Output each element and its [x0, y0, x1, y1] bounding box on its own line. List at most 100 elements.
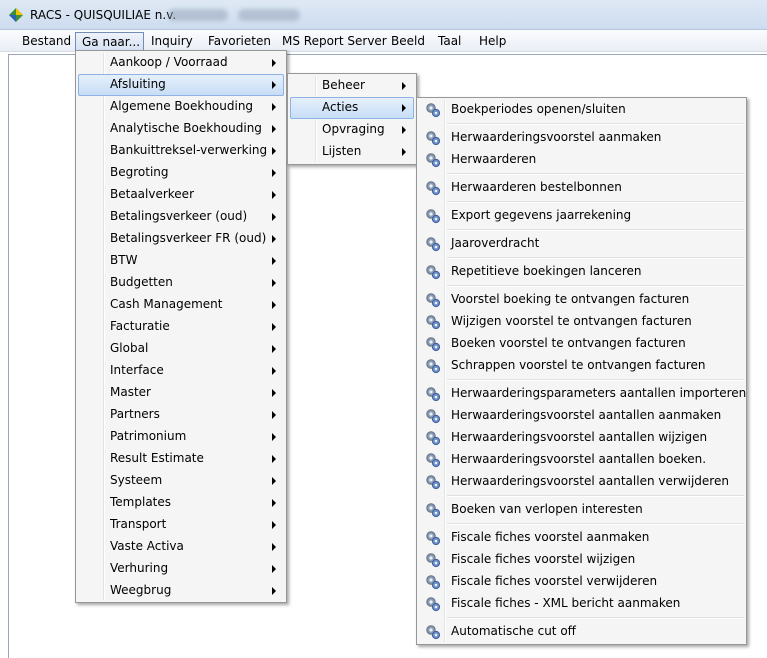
menu-item-systeem[interactable]: Systeem — [78, 470, 284, 492]
gear-icon — [426, 453, 441, 468]
menu-item-schrappen-voorstel-te-ontvangen-facturen[interactable]: Schrappen voorstel te ontvangen facturen — [419, 355, 744, 377]
menu-item-algemene-boekhouding[interactable]: Algemene Boekhouding — [78, 96, 284, 118]
menu-item-interface[interactable]: Interface — [78, 360, 284, 382]
menu-item-herwaarderen-bestelbonnen[interactable]: Herwaarderen bestelbonnen — [419, 177, 744, 199]
gear-icon — [426, 181, 441, 196]
gear-icon — [426, 103, 441, 118]
menu-inquiry[interactable]: Inquiry — [145, 32, 199, 51]
menu-ga-naar[interactable]: Ga naar... — [75, 32, 144, 51]
gear-icon — [426, 293, 441, 308]
menu-item-automatische-cut-off[interactable]: Automatische cut off — [419, 621, 744, 643]
menu-item-herwaarderingsvoorstel-aanmaken[interactable]: Herwaarderingsvoorstel aanmaken — [419, 127, 744, 149]
submenu-arrow-icon — [272, 301, 276, 309]
menu-beeld[interactable]: Beeld — [385, 32, 431, 51]
menu-item-fiscale-fiches-voorstel-wijzigen[interactable]: Fiscale fiches voorstel wijzigen — [419, 549, 744, 571]
menu-item-label: Herwaarderen — [451, 152, 537, 166]
menu-item-label: Lijsten — [322, 144, 362, 158]
menu-item-btw[interactable]: BTW — [78, 250, 284, 272]
submenu-arrow-icon — [272, 367, 276, 375]
menu-item-verhuring[interactable]: Verhuring — [78, 558, 284, 580]
menu-item-fiscale-fiches-voorstel-verwijderen[interactable]: Fiscale fiches voorstel verwijderen — [419, 571, 744, 593]
menu-item-betalingsverkeer-oud[interactable]: Betalingsverkeer (oud) — [78, 206, 284, 228]
menu-item-label: Vaste Activa — [110, 539, 184, 553]
menu-item-vaste-activa[interactable]: Vaste Activa — [78, 536, 284, 558]
menu-item-repetitieve-boekingen-lanceren[interactable]: Repetitieve boekingen lanceren — [419, 261, 744, 283]
menu-item-acties[interactable]: Acties — [290, 97, 414, 119]
menu-item-partners[interactable]: Partners — [78, 404, 284, 426]
menu-item-analytische-boekhouding[interactable]: Analytische Boekhouding — [78, 118, 284, 140]
menu-item-result-estimate[interactable]: Result Estimate — [78, 448, 284, 470]
menu-item-herwaarderingsvoorstel-aantallen-verwijderen[interactable]: Herwaarderingsvoorstel aantallen verwijd… — [419, 471, 744, 493]
menu-item-herwaarderingsparameters-aantallen-importeren[interactable]: Herwaarderingsparameters aantallen impor… — [419, 383, 746, 405]
menu-item-betalingsverkeer-fr-oud[interactable]: Betalingsverkeer FR (oud) — [78, 228, 284, 250]
menu-item-begroting[interactable]: Begroting — [78, 162, 284, 184]
gear-icon — [426, 431, 441, 446]
menu-item-herwaarderingsvoorstel-aantallen-boeken[interactable]: Herwaarderingsvoorstel aantallen boeken. — [419, 449, 744, 471]
submenu-arrow-icon — [272, 213, 276, 221]
gear-icon — [426, 359, 441, 374]
menu-item-weegbrug[interactable]: Weegbrug — [78, 580, 284, 602]
menu-item-patrimonium[interactable]: Patrimonium — [78, 426, 284, 448]
menu-item-budgetten[interactable]: Budgetten — [78, 272, 284, 294]
menu-ms-report-server[interactable]: MS Report Server — [276, 32, 393, 51]
menu-item-herwaarderingsvoorstel-aantallen-aanmaken[interactable]: Herwaarderingsvoorstel aantallen aanmake… — [419, 405, 744, 427]
submenu-arrow-icon — [272, 147, 276, 155]
menu-item-aankoop-voorraad[interactable]: Aankoop / Voorraad — [78, 52, 284, 74]
menu-item-herwaarderingsvoorstel-aantallen-wijzigen[interactable]: Herwaarderingsvoorstel aantallen wijzige… — [419, 427, 744, 449]
menu-item-jaaroverdracht[interactable]: Jaaroverdracht — [419, 233, 744, 255]
menu-item-voorstel-boeking-te-ontvangen-facturen[interactable]: Voorstel boeking te ontvangen facturen — [419, 289, 744, 311]
menu-item-transport[interactable]: Transport — [78, 514, 284, 536]
menu-item-label: Fiscale fiches voorstel verwijderen — [451, 574, 658, 588]
ga-naar-menu: Aankoop / Voorraad Afsluiting Algemene Boe… — [75, 50, 287, 603]
menu-item-beheer[interactable]: Beheer — [290, 75, 414, 97]
submenu-arrow-icon — [272, 455, 276, 463]
submenu-arrow-icon — [272, 323, 276, 331]
submenu-arrow-icon — [272, 521, 276, 529]
menu-item-opvraging[interactable]: Opvraging — [290, 119, 414, 141]
menu-item-label: Aankoop / Voorraad — [110, 55, 228, 69]
menu-item-label: Betalingsverkeer (oud) — [110, 209, 248, 223]
submenu-arrow-icon — [402, 126, 406, 134]
redacted-title-part — [238, 9, 300, 21]
menu-item-templates[interactable]: Templates — [78, 492, 284, 514]
menu-item-afsluiting[interactable]: Afsluiting — [78, 74, 284, 96]
submenu-arrow-icon — [272, 279, 276, 287]
menu-item-herwaarderen[interactable]: Herwaarderen — [419, 149, 744, 171]
afsluiting-submenu: Beheer Acties Opvraging Lijsten — [287, 73, 417, 165]
menu-item-label: BTW — [110, 253, 138, 267]
title-bar: RACS - QUISQUILIAE n.v. — [0, 0, 767, 30]
menu-item-fiscale-fiches-voorstel-aanmaken[interactable]: Fiscale fiches voorstel aanmaken — [419, 527, 744, 549]
menu-item-lijsten[interactable]: Lijsten — [290, 141, 414, 163]
menu-item-global[interactable]: Global — [78, 338, 284, 360]
gear-icon — [426, 625, 441, 640]
menu-item-fiscale-fiches-xml-bericht-aanmaken[interactable]: Fiscale fiches - XML bericht aanmaken — [419, 593, 744, 615]
submenu-arrow-icon — [272, 565, 276, 573]
menu-item-label: Betaalverkeer — [110, 187, 194, 201]
menu-item-label: Systeem — [110, 473, 163, 487]
gear-icon — [426, 503, 441, 518]
menu-favorieten[interactable]: Favorieten — [202, 32, 277, 51]
menu-item-betaalverkeer[interactable]: Betaalverkeer — [78, 184, 284, 206]
menu-item-label: Partners — [110, 407, 160, 421]
menu-item-facturatie[interactable]: Facturatie — [78, 316, 284, 338]
menu-item-boekperiodes-openen-sluiten[interactable]: Boekperiodes openen/sluiten — [419, 99, 744, 121]
menu-item-boeken-voorstel-te-ontvangen-facturen[interactable]: Boeken voorstel te ontvangen facturen — [419, 333, 744, 355]
menu-item-wijzigen-voorstel-te-ontvangen-facturen[interactable]: Wijzigen voorstel te ontvangen facturen — [419, 311, 744, 333]
menu-help[interactable]: Help — [473, 32, 512, 51]
menu-item-bankuittreksel-verwerking[interactable]: Bankuittreksel-verwerking — [78, 140, 284, 162]
menu-item-label: Herwaarderingsvoorstel aanmaken — [451, 130, 662, 144]
menu-bestand[interactable]: Bestand — [16, 32, 77, 51]
menu-item-label: Bankuittreksel-verwerking — [110, 143, 268, 157]
submenu-arrow-icon — [272, 389, 276, 397]
menu-item-cash-management[interactable]: Cash Management — [78, 294, 284, 316]
menu-item-boeken-van-verlopen-interesten[interactable]: Boeken van verlopen interesten — [419, 499, 744, 521]
menu-item-export-gegevens-jaarrekening[interactable]: Export gegevens jaarrekening — [419, 205, 744, 227]
submenu-arrow-icon — [272, 59, 276, 67]
menu-taal[interactable]: Taal — [432, 32, 467, 51]
submenu-arrow-icon — [272, 411, 276, 419]
menu-item-label: Verhuring — [110, 561, 169, 575]
submenu-arrow-icon — [272, 81, 276, 89]
submenu-arrow-icon — [272, 345, 276, 353]
menu-item-master[interactable]: Master — [78, 382, 284, 404]
gear-icon — [426, 531, 441, 546]
